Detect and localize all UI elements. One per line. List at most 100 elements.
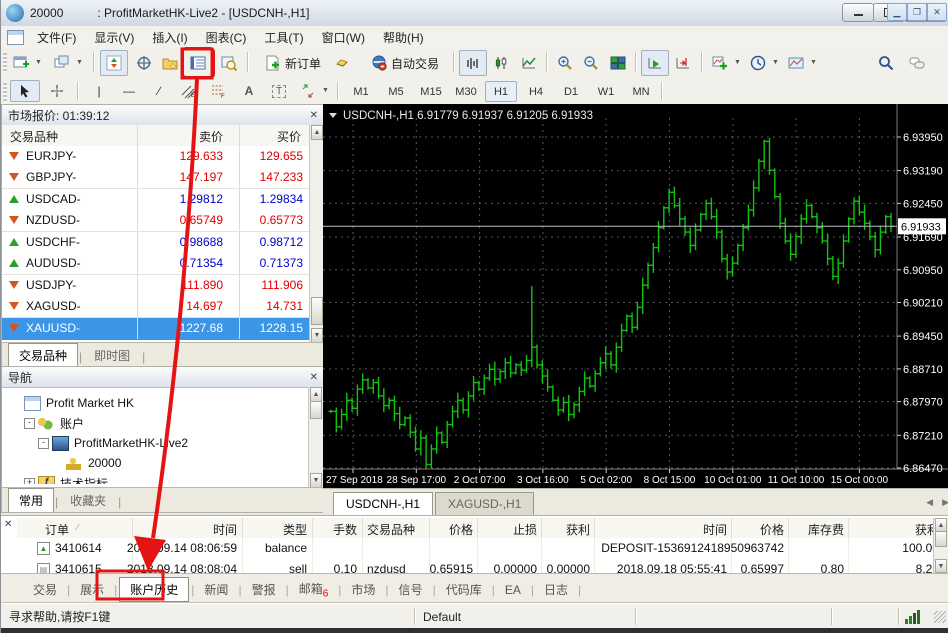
market-watch-row-NZDUSD-[interactable]: NZDUSD-0.657490.65773 (2, 210, 310, 232)
child-minimize-button[interactable]: ▁ (887, 3, 907, 21)
terminal-tab-市场[interactable]: 市场 (343, 578, 383, 601)
column-symbol[interactable]: 交易品种 (10, 128, 58, 145)
profiles-button[interactable] (49, 50, 75, 76)
market-watch-row-EURJPY-[interactable]: EURJPY-129.633129.655 (2, 146, 310, 168)
navigator-node-20000[interactable]: 20000 (2, 453, 309, 473)
metaeditor-button[interactable] (329, 50, 355, 76)
strategy-tester-button[interactable] (215, 50, 243, 76)
toolbar-grip[interactable] (3, 53, 7, 73)
auto-scroll-button[interactable] (641, 50, 669, 76)
chart-tab-XAGUSD-,H1[interactable]: XAGUSD-,H1 (435, 492, 534, 515)
search-button[interactable] (873, 50, 899, 76)
navigator-toggle-button[interactable] (157, 50, 183, 76)
terminal-tab-邮箱[interactable]: 邮箱6 (291, 577, 337, 602)
timeframe-h1-button[interactable]: H1 (485, 81, 517, 102)
terminal-tab-展示[interactable]: 展示 (72, 578, 112, 601)
timeframe-h4-button[interactable]: H4 (520, 81, 552, 102)
chat-button[interactable] (903, 50, 931, 76)
timeframe-m15-button[interactable]: M15 (415, 81, 447, 102)
templates-button[interactable] (783, 50, 809, 76)
scroll-thumb[interactable] (310, 401, 322, 419)
navigator-tab-收藏夹[interactable]: 收藏夹 (59, 488, 117, 512)
menu-item-图表(C)[interactable]: 图表(C) (197, 26, 256, 49)
terminal-tab-日志[interactable]: 日志 (536, 578, 576, 601)
indicators-dropdown[interactable]: ▼ (732, 50, 743, 74)
channel-tool[interactable]: E (174, 80, 204, 102)
bar-chart-style-button[interactable] (459, 50, 487, 76)
scroll-thumb[interactable] (935, 531, 947, 547)
terminal-tab-代码库[interactable]: 代码库 (438, 578, 490, 601)
scroll-thumb[interactable] (311, 297, 323, 325)
scroll-down-button[interactable]: ▼ (935, 559, 947, 573)
profiles-dropdown[interactable]: ▼ (74, 50, 85, 74)
market-watch-scrollbar[interactable]: ▲ ▼ (309, 125, 324, 343)
terminal-tab-新闻[interactable]: 新闻 (196, 578, 236, 601)
chart-tabs-left-arrow-icon[interactable]: ◀ (926, 497, 933, 508)
arrows-dropdown[interactable]: ▼ (320, 80, 331, 100)
timeframe-d1-button[interactable]: D1 (555, 81, 587, 102)
chart-shift-button[interactable] (669, 50, 697, 76)
trendline-tool[interactable]: ∕ (144, 80, 174, 102)
scroll-down-button[interactable]: ▼ (311, 328, 323, 343)
menu-item-窗口(W)[interactable]: 窗口(W) (313, 26, 374, 49)
terminal-tab-EA[interactable]: EA (497, 580, 529, 600)
terminal-row-3410614[interactable]: ▲34106142018.09.14 08:06:59balance100.00… (17, 538, 933, 560)
autotrading-button[interactable]: 自动交易 (355, 50, 455, 76)
status-profile[interactable]: Default (415, 610, 635, 624)
menu-item-插入(I)[interactable]: 插入(I) (143, 26, 196, 49)
zoom-out-button[interactable] (578, 50, 604, 76)
navigator-node-Profit Market HK[interactable]: Profit Market HK (2, 393, 309, 413)
menu-item-文件(F)[interactable]: 文件(F) (28, 26, 85, 49)
terminal-row-3410615[interactable]: ▤34106152018.09.14 08:08:04sell0.10nzdus… (17, 559, 933, 573)
child-close-button[interactable]: ✕ (927, 3, 947, 21)
text-tool[interactable]: A (234, 80, 264, 102)
column-ask[interactable]: 买价 (239, 128, 301, 145)
window-minimize-button[interactable] (842, 3, 874, 22)
market-watch-row-GBPJPY-[interactable]: GBPJPY-147.197147.233 (2, 167, 310, 189)
horizontal-line-tool[interactable]: — (114, 80, 144, 102)
terminal-close-icon[interactable]: ✕ (4, 519, 12, 530)
child-restore-button[interactable]: ❐ (907, 3, 927, 21)
new-chart-dropdown[interactable]: ▼ (33, 50, 44, 74)
terminal-column-订单[interactable]: 订单 (45, 521, 69, 538)
market-watch-tab-即时图[interactable]: 即时图 (83, 343, 141, 367)
periods-dropdown[interactable]: ▼ (770, 50, 781, 74)
market-watch-row-XAGUSD-[interactable]: XAGUSD-14.69714.731 (2, 296, 310, 318)
navigator-scrollbar[interactable]: ▲ ▼ (308, 387, 323, 488)
timeframe-m1-button[interactable]: M1 (345, 81, 377, 102)
vertical-line-tool[interactable]: | (84, 80, 114, 102)
terminal-tab-交易[interactable]: 交易 (25, 578, 65, 601)
scroll-up-button[interactable]: ▲ (310, 387, 322, 402)
periods-button[interactable] (745, 50, 771, 76)
crosshair-tool-button[interactable] (42, 80, 72, 102)
timeframe-w1-button[interactable]: W1 (590, 81, 622, 102)
fibonacci-tool[interactable]: F (204, 80, 234, 102)
scroll-up-button[interactable]: ▲ (311, 125, 323, 140)
candlestick-style-button[interactable] (487, 50, 515, 76)
market-watch-row-USDCHF-[interactable]: USDCHF-0.986880.98712 (2, 232, 310, 254)
resize-grip[interactable] (934, 611, 946, 623)
timeframe-m5-button[interactable]: M5 (380, 81, 412, 102)
terminal-tab-警报[interactable]: 警报 (244, 578, 284, 601)
chart-tab-USDCNH-,H1[interactable]: USDCNH-,H1 (333, 492, 433, 515)
terminal-column-获利[interactable]: 获利 (430, 521, 590, 538)
market-watch-toggle-button[interactable] (100, 50, 128, 76)
tree-expander-icon[interactable]: - (38, 438, 49, 449)
toolbar-grip[interactable] (3, 83, 7, 103)
data-window-button[interactable] (131, 50, 157, 76)
price-chart[interactable]: 6.939506.931906.924506.916906.909506.902… (323, 104, 948, 488)
arrows-tool[interactable] (294, 80, 322, 102)
timeframe-mn-button[interactable]: MN (625, 81, 657, 102)
new-chart-button[interactable] (8, 50, 34, 76)
navigator-tab-常用[interactable]: 常用 (8, 488, 54, 512)
tile-windows-button[interactable] (604, 50, 632, 76)
cursor-tool-button[interactable] (10, 80, 40, 102)
indicators-button[interactable] (707, 50, 733, 76)
scroll-up-button[interactable]: ▲ (935, 518, 947, 532)
market-watch-tab-交易品种[interactable]: 交易品种 (8, 343, 78, 367)
menu-item-显示(V)[interactable]: 显示(V) (85, 26, 143, 49)
navigator-close-icon[interactable]: ✕ (310, 372, 318, 383)
menu-item-工具(T)[interactable]: 工具(T) (255, 26, 312, 49)
market-watch-row-XAUUSD-[interactable]: XAUUSD-1227.681228.15 (2, 318, 310, 340)
navigator-node-技术指标[interactable]: +f技术指标 (2, 473, 309, 484)
